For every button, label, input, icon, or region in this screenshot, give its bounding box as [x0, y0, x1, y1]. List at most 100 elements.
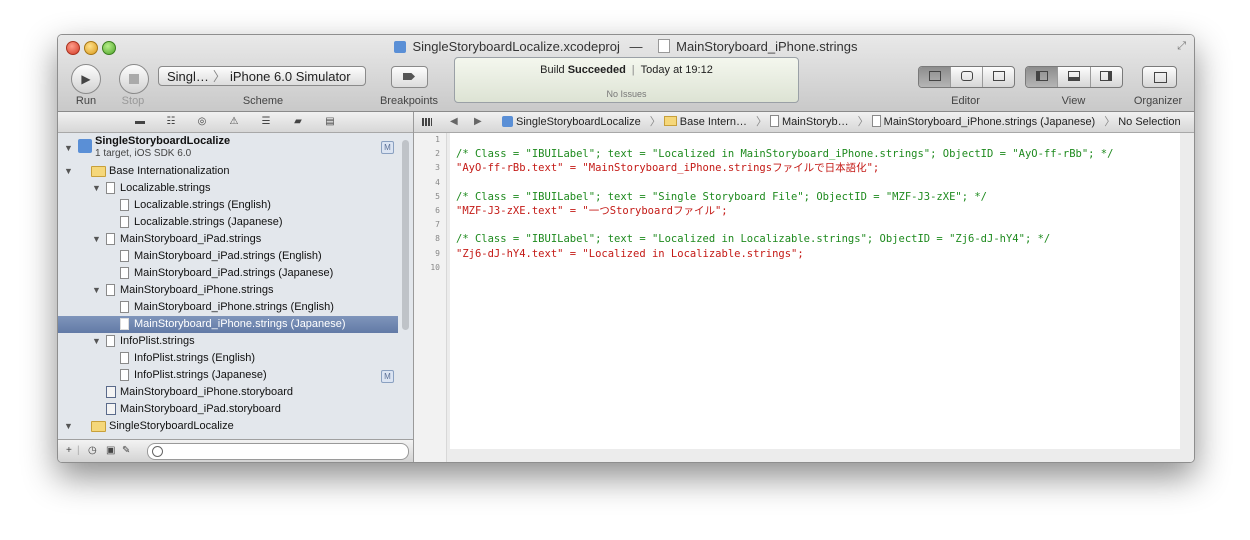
breadcrumb-item[interactable]: No Selection — [1118, 116, 1183, 128]
run-button[interactable]: ▶ — [71, 64, 101, 94]
breakpoint-navigator-icon[interactable]: ▰ — [292, 116, 304, 127]
nav-item-label: Localizable.strings — [120, 182, 211, 194]
stop-icon — [129, 74, 139, 84]
disclosure-triangle-icon[interactable]: ▼ — [92, 231, 101, 248]
stop-button[interactable] — [119, 64, 149, 94]
code-line[interactable] — [450, 133, 1180, 147]
build-time: Today at 19:12 — [640, 64, 713, 76]
symbol-navigator-icon[interactable]: ☷ — [165, 116, 177, 127]
code-line[interactable]: /* Class = "IBUILabel"; text = "Localize… — [450, 147, 1180, 161]
toggle-debug-area-button[interactable] — [1058, 67, 1091, 87]
modified-badge: M — [381, 141, 394, 154]
project-row[interactable]: ▼ SingleStoryboardLocalize 1 target, iOS… — [58, 133, 398, 163]
log-navigator-bubble-icon[interactable]: ▤ — [324, 116, 336, 127]
code-line[interactable] — [450, 176, 1180, 190]
project-navigator-folder-icon[interactable]: ▬ — [134, 116, 146, 127]
breadcrumb-label: MainStoryb… — [782, 116, 849, 128]
source-control-icon[interactable]: ▣ — [106, 445, 115, 456]
title-separator: — — [629, 39, 643, 54]
breadcrumb-item[interactable]: MainStoryboard_iPhone.strings (Japanese) — [871, 115, 1099, 128]
nav-item[interactable]: MainStoryboard_iPad.strings (English) — [58, 248, 398, 265]
organizer-button[interactable] — [1142, 66, 1177, 88]
disclosure-triangle-icon[interactable]: ▼ — [92, 333, 101, 350]
code-line[interactable] — [450, 261, 1180, 275]
fullscreen-icon[interactable]: ⤢ — [1177, 40, 1186, 53]
line-number: 1 — [435, 135, 440, 144]
code-line[interactable]: /* Class = "IBUILabel"; text = "Localize… — [450, 232, 1180, 246]
search-navigator-icon[interactable]: ◎ — [196, 116, 208, 127]
nav-item[interactable]: Localizable.strings (Japanese) — [58, 214, 398, 231]
breadcrumb-item[interactable]: Base Intern… — [663, 116, 750, 128]
scheme-separator: 〉 — [212, 69, 226, 84]
storyboard-file-icon — [106, 386, 116, 398]
disclosure-triangle-icon[interactable]: ▼ — [64, 140, 73, 157]
divider: | — [77, 445, 80, 456]
breadcrumb-item[interactable]: SingleStoryboardLocalize — [502, 116, 644, 128]
recent-files-clock-icon[interactable]: ◷ — [88, 445, 97, 456]
toggle-utilities-button[interactable] — [1091, 67, 1122, 87]
breakpoints-button[interactable] — [391, 66, 428, 88]
line-number: 8 — [435, 234, 440, 244]
nav-item[interactable]: ▼ MainStoryboard_iPad.strings — [58, 231, 398, 248]
nav-item[interactable]: ▼ Base Internationalization — [58, 163, 398, 180]
nav-item[interactable]: Localizable.strings (English) — [58, 197, 398, 214]
related-items-icon[interactable] — [422, 118, 432, 126]
organizer-label: Organizer — [1133, 95, 1183, 107]
breadcrumb-label: SingleStoryboardLocalize — [516, 116, 641, 128]
scheme-popup[interactable]: Singl… 〉 iPhone 6.0 Simulator — [158, 66, 366, 86]
line-number: 7 — [435, 220, 440, 230]
code-line[interactable]: "MZF-J3-zXE.text" = "一つStoryboardファイル"; — [450, 204, 1180, 218]
disclosure-triangle-icon[interactable]: ▼ — [92, 282, 101, 299]
disclosure-triangle-icon[interactable]: ▼ — [64, 163, 73, 180]
debug-navigator-icon[interactable]: ☰ — [260, 116, 272, 127]
nav-item[interactable]: MainStoryboard_iPhone.storyboard — [58, 384, 398, 401]
editor-label: Editor — [951, 95, 980, 107]
nav-item[interactable]: MainStoryboard_iPad.storyboard — [58, 401, 398, 418]
go-back-icon[interactable]: ◀ — [450, 112, 458, 132]
version-editor-button[interactable] — [983, 67, 1014, 87]
disclosure-triangle-icon[interactable]: ▼ — [64, 418, 73, 435]
nav-item[interactable]: MainStoryboard_iPhone.strings (English) — [58, 299, 398, 316]
breadcrumb-separator: 〉 — [649, 116, 661, 128]
disclosure-triangle-icon[interactable]: ▼ — [92, 180, 101, 197]
nav-item[interactable]: ▼ InfoPlist.strings — [58, 333, 398, 350]
nav-item-label: MainStoryboard_iPad.strings (English) — [134, 250, 322, 262]
go-forward-icon[interactable]: ▶ — [474, 112, 482, 132]
project-name: SingleStoryboardLocalize — [95, 135, 231, 147]
nav-item[interactable]: InfoPlist.strings (English) — [58, 350, 398, 367]
issue-navigator-warning-icon[interactable]: ⚠ — [228, 116, 240, 127]
filter-search-field[interactable] — [147, 443, 409, 460]
unsaved-files-icon[interactable]: ✎ — [122, 445, 130, 456]
view-segmented-control — [1025, 66, 1123, 88]
nav-item[interactable]: MainStoryboard_iPhone.strings (Japanese) — [58, 316, 398, 333]
breadcrumb-item[interactable]: MainStoryb… — [770, 115, 852, 128]
line-number-gutter: 1 2 3 4 5 6 7 8 9 10 — [414, 133, 447, 462]
file-icon — [120, 267, 129, 279]
breadcrumb-separator: 〉 — [756, 116, 768, 128]
code-area[interactable]: /* Class = "IBUILabel"; text = "Localize… — [450, 133, 1180, 449]
build-label: Build — [540, 64, 565, 76]
add-icon[interactable]: + — [66, 445, 72, 456]
file-icon — [120, 199, 129, 211]
folder-icon — [91, 166, 106, 177]
code-line[interactable] — [450, 218, 1180, 232]
code-line[interactable]: /* Class = "IBUILabel"; text = "Single S… — [450, 190, 1180, 204]
nav-item[interactable]: ▼ SingleStoryboardLocalize — [58, 418, 398, 435]
file-icon — [120, 318, 129, 330]
nav-item[interactable]: ▼ Localizable.strings — [58, 180, 398, 197]
line-number: 2 — [435, 149, 440, 159]
code-line[interactable]: "AyO-ff-rBb.text" = "MainStoryboard_iPho… — [450, 161, 1180, 175]
jump-bar: ◀ ▶ SingleStoryboardLocalize 〉 Base Intern… — [414, 112, 1194, 133]
nav-item[interactable]: ▼ MainStoryboard_iPhone.strings — [58, 282, 398, 299]
code-line[interactable]: "Zj6-dJ-hY4.text" = "Localized in Locali… — [450, 247, 1180, 261]
nav-item-label: InfoPlist.strings (Japanese) — [134, 369, 267, 381]
navigator-scrollbar[interactable] — [402, 140, 409, 330]
nav-item[interactable]: MainStoryboard_iPad.strings (Japanese) — [58, 265, 398, 282]
toggle-navigator-button[interactable] — [1026, 67, 1059, 87]
standard-editor-button[interactable] — [919, 67, 951, 87]
title-project: SingleStoryboardLocalize.xcodeproj — [412, 39, 620, 54]
nav-item[interactable]: InfoPlist.strings (Japanese) M — [58, 367, 398, 384]
xcode-window: SingleStoryboardLocalize.xcodeproj — Mai… — [57, 34, 1195, 463]
navigator-filter-bar: + | ◷ ▣ ✎ — [58, 439, 413, 462]
assistant-editor-button[interactable] — [951, 67, 983, 87]
